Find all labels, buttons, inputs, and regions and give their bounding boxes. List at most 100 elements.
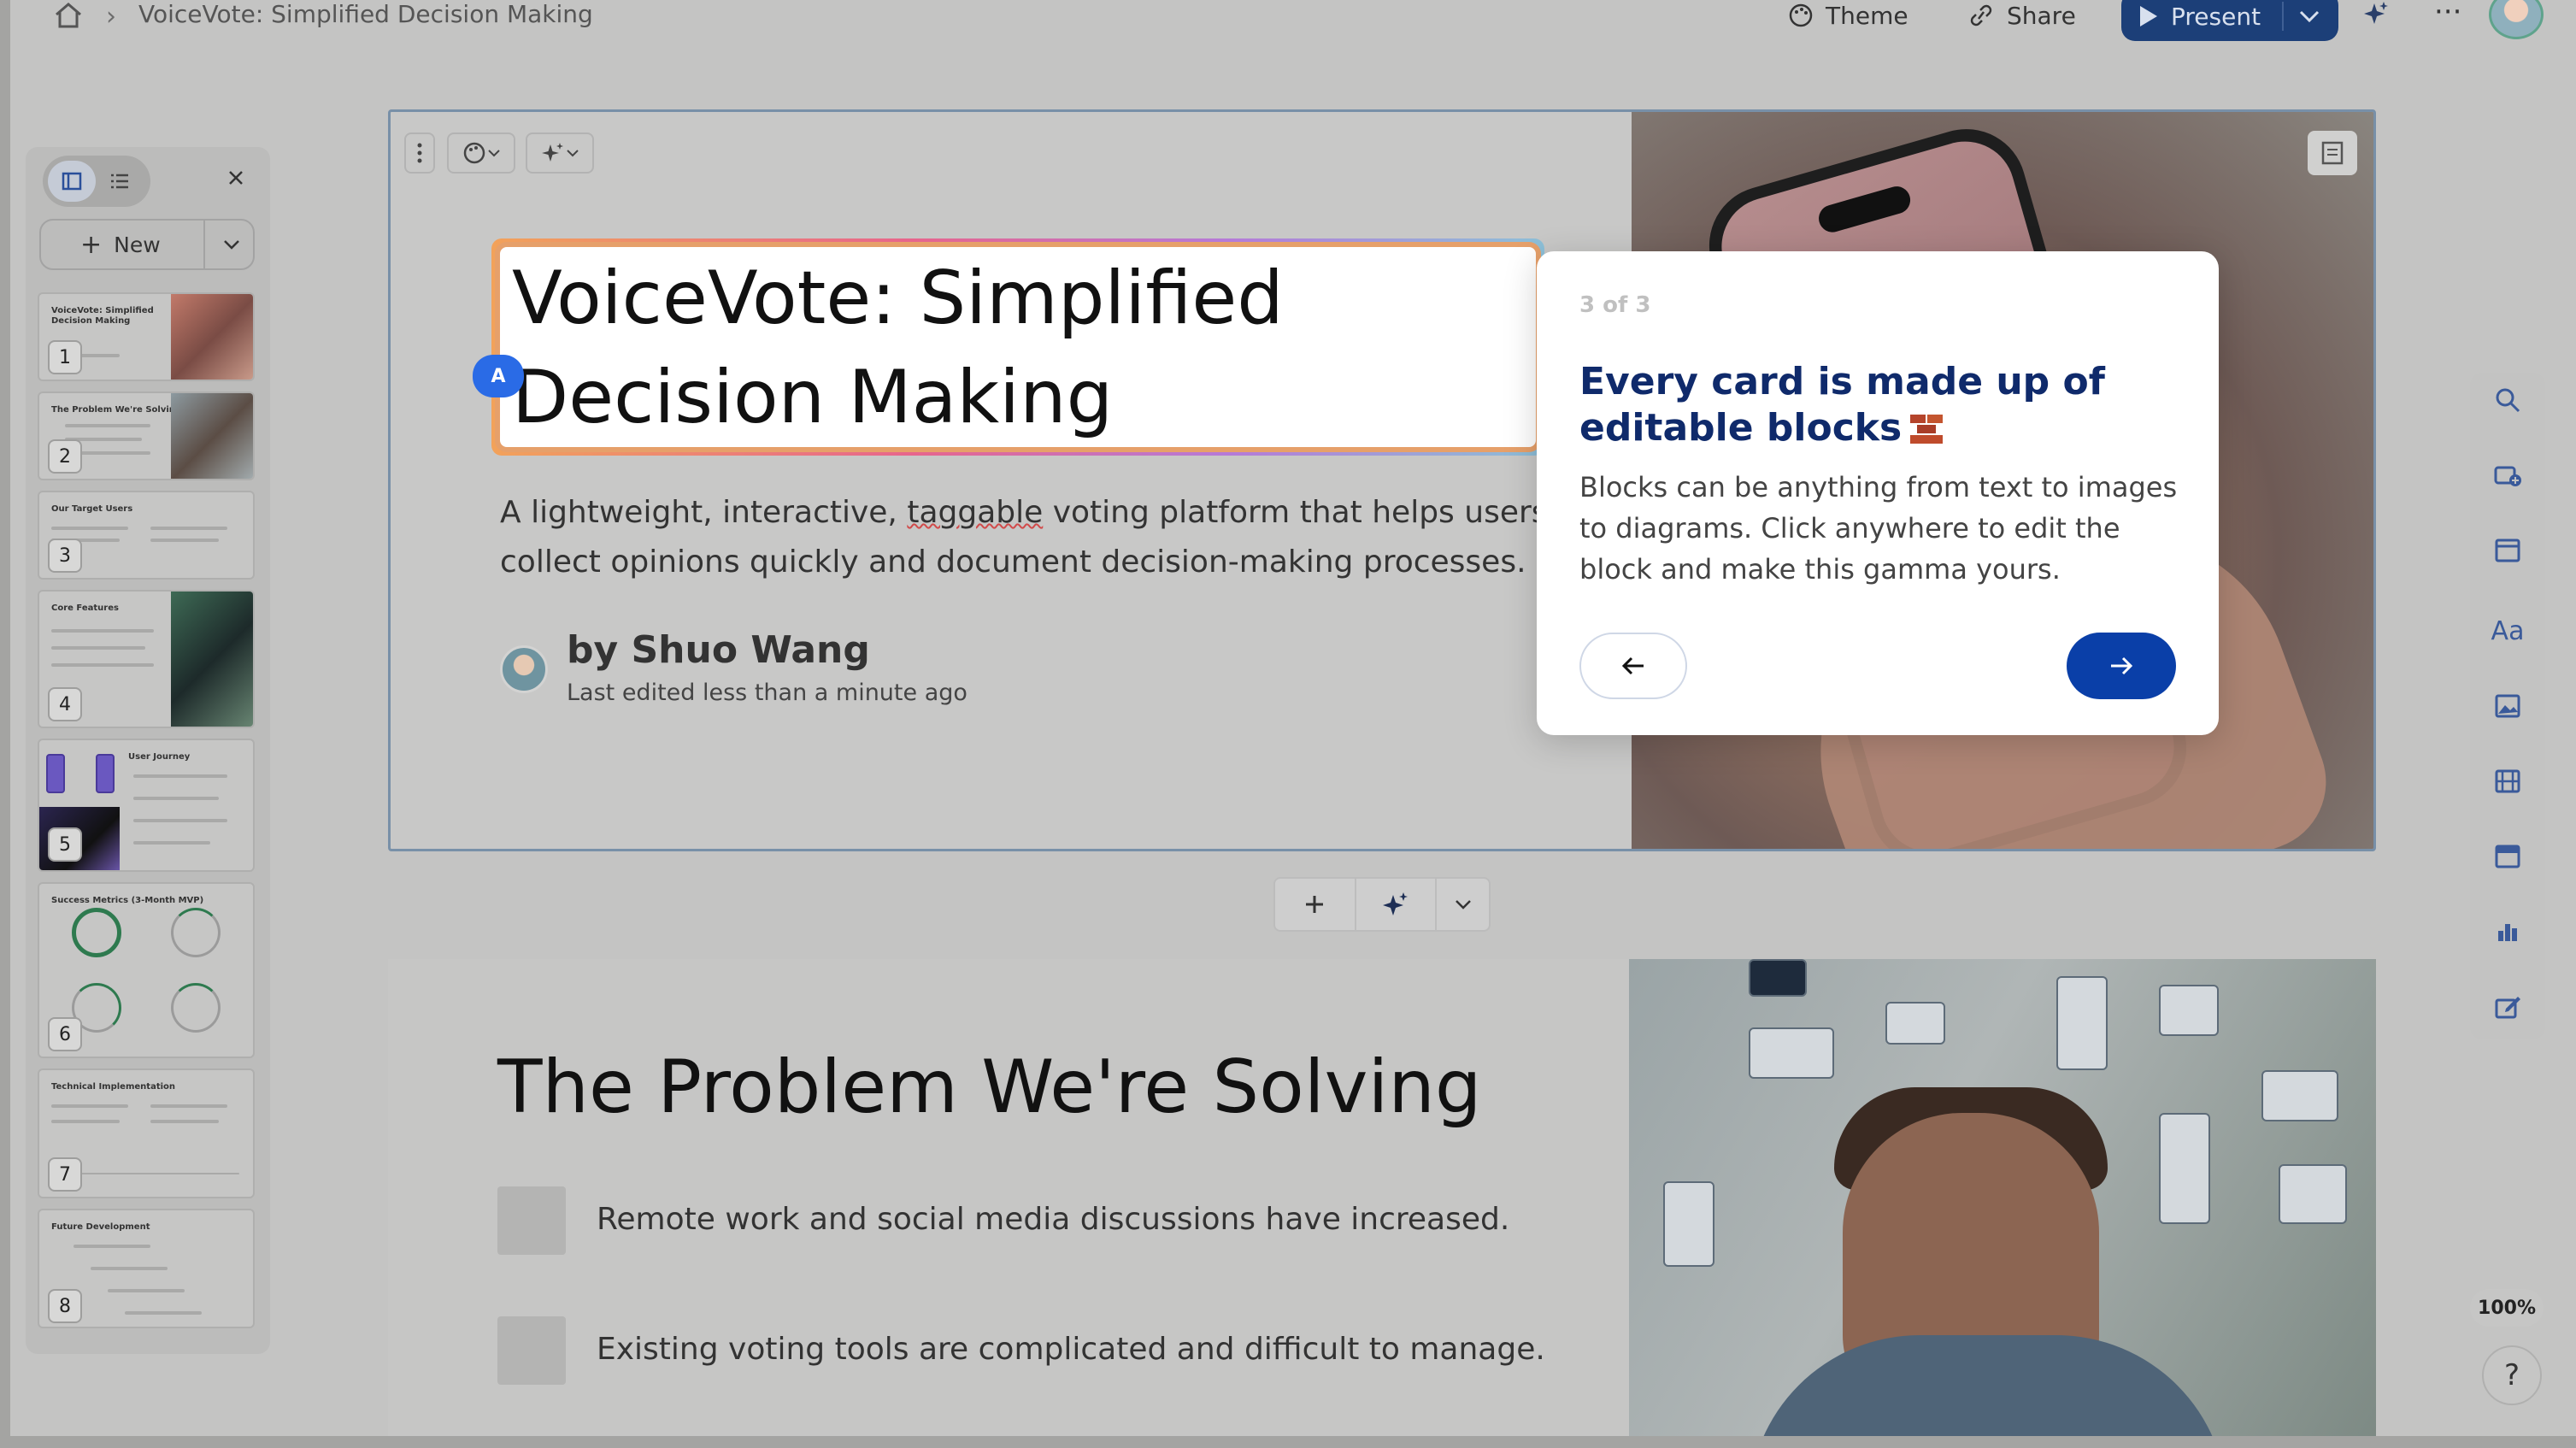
window-frame <box>0 1436 2576 1448</box>
bullet-text[interactable]: Existing voting tools are complicated an… <box>597 1332 1545 1367</box>
slide-thumbnail-line <box>51 1120 120 1123</box>
card-style-button[interactable] <box>447 132 515 174</box>
slide-thumbnail-line <box>133 797 219 800</box>
slide-thumbnail-line <box>150 527 227 530</box>
zoom-level[interactable]: 100% <box>2470 1289 2544 1327</box>
ai-sparkle-icon <box>542 143 563 162</box>
slide-number: 2 <box>48 439 82 474</box>
thumbnail-view-icon[interactable] <box>48 161 96 202</box>
metric-ring <box>72 908 121 957</box>
new-card-button[interactable]: + New <box>39 219 255 270</box>
title-block[interactable]: VoiceVote: Simplified Decision Making <box>500 247 1536 447</box>
slide-thumbnail[interactable]: Success Metrics (3-Month MVP) 6 <box>38 882 255 1058</box>
home-icon[interactable] <box>53 0 84 31</box>
slide-thumbnail[interactable]: The Problem We're Solving 2 <box>38 391 255 480</box>
slide-thumbnail-line <box>51 646 145 650</box>
share-label: Share <box>2007 1 2076 30</box>
card-title[interactable]: The Problem We're Solving <box>497 1045 1481 1130</box>
breadcrumb-chevron-icon: › <box>106 2 116 32</box>
present-options-chevron-icon[interactable] <box>2297 5 2321 27</box>
slide-thumbnail-line <box>133 819 227 822</box>
image-ui-tile <box>1749 959 1807 997</box>
slide-thumbnail[interactable]: VoiceVote: Simplified Decision Making 1 <box>38 292 255 381</box>
slide-thumbnail-line <box>51 663 154 667</box>
add-card-button[interactable] <box>1275 879 1356 930</box>
slide-thumbnail-line <box>125 1311 202 1315</box>
ai-add-card-button[interactable] <box>1356 879 1437 930</box>
slide-thumbnail-title: Our Target Users <box>51 504 133 514</box>
view-toggle <box>43 156 150 207</box>
text-style-icon[interactable]: Aa <box>2491 614 2525 648</box>
new-options-chevron-icon[interactable] <box>221 234 243 255</box>
slide-thumbnail-line <box>51 1104 128 1108</box>
image-ui-tile <box>2261 1070 2338 1121</box>
close-panel-icon[interactable] <box>219 161 253 195</box>
slide-thumbnail-line <box>150 1120 219 1123</box>
image-icon[interactable] <box>2491 689 2525 723</box>
edit-form-icon[interactable] <box>2491 990 2525 1024</box>
author-byline[interactable]: by Shuo Wang <box>567 628 870 672</box>
card-title-line-2: Decision Making <box>512 355 1114 440</box>
slide-thumbnail-phone <box>46 754 65 793</box>
metric-ring <box>171 983 221 1033</box>
user-avatar[interactable] <box>2489 0 2544 39</box>
arrow-left-icon <box>1621 656 1644 675</box>
slide-thumbnail-image <box>171 592 253 727</box>
theme-button[interactable]: Theme <box>1788 0 1908 31</box>
bricks-icon <box>1910 415 1945 444</box>
slide-thumbnail[interactable]: Future Development 8 <box>38 1209 255 1328</box>
layout-icon[interactable] <box>2491 533 2525 568</box>
slide-thumbnail[interactable]: Core Features 4 <box>38 590 255 728</box>
image-ui-tile <box>1885 1002 1945 1045</box>
breadcrumb-title[interactable]: VoiceVote: Simplified Decision Making <box>138 0 593 28</box>
slide-thumbnail[interactable]: User Journey 5 <box>38 739 255 872</box>
slide-thumbnail[interactable]: Technical Implementation 7 <box>38 1068 255 1198</box>
slide-thumbnail[interactable]: Our Target Users 3 <box>38 491 255 580</box>
problem-card[interactable]: The Problem We're Solving Remote work an… <box>388 959 2376 1438</box>
slide-thumbnail-line <box>133 774 227 778</box>
card-subtitle[interactable]: A lightweight, interactive, taggable vot… <box>500 488 1560 587</box>
more-options-icon[interactable]: ··· <box>2434 0 2461 29</box>
video-icon[interactable] <box>2491 764 2525 798</box>
bullet-text[interactable]: Remote work and social media discussions… <box>597 1202 1509 1237</box>
add-card-icon[interactable] <box>2491 458 2525 492</box>
image-ui-tile <box>2159 985 2219 1036</box>
card-title[interactable]: VoiceVote: Simplified Decision Making <box>512 249 1284 447</box>
image-ui-tile <box>2056 976 2108 1070</box>
last-edited-text: Last edited less than a minute ago <box>567 680 967 706</box>
list-view-icon[interactable] <box>96 161 144 202</box>
slide-number: 4 <box>48 687 82 721</box>
add-card-options-button[interactable] <box>1437 879 1489 930</box>
slide-thumbnail-title: VoiceVote: Simplified Decision Making <box>51 306 154 326</box>
slide-number: 6 <box>48 1017 82 1051</box>
share-button[interactable]: Share <box>1967 0 2076 31</box>
slide-thumbnail-line <box>74 1245 150 1248</box>
slide-thumbnail-line <box>65 424 150 427</box>
new-label: New <box>114 232 161 257</box>
card-menu-icon[interactable] <box>404 132 435 174</box>
card-ai-button[interactable] <box>526 132 594 174</box>
arrow-right-icon <box>2111 656 2133 675</box>
collaborator-cursor-badge: A <box>473 355 524 397</box>
slide-thumbnail-line <box>108 1289 185 1292</box>
slide-thumbnail-line <box>150 1104 227 1108</box>
image-ui-tile <box>2279 1164 2347 1224</box>
palette-icon <box>463 142 485 164</box>
slide-thumbnail-title: Future Development <box>51 1222 150 1232</box>
image-ui-tile <box>2159 1113 2210 1224</box>
tooltip-next-button[interactable] <box>2067 633 2176 699</box>
help-button[interactable]: ? <box>2482 1345 2542 1405</box>
slide-thumbnail-title: The Problem We're Solving <box>51 405 182 415</box>
embed-icon[interactable] <box>2491 839 2525 874</box>
card-title-line-1: VoiceVote: Simplified <box>512 256 1284 341</box>
plus-icon <box>1306 896 1324 913</box>
palette-icon <box>1789 3 1813 27</box>
person-body <box>1749 1335 2227 1438</box>
present-button[interactable]: Present <box>2121 0 2338 41</box>
card-notes-icon[interactable] <box>2308 131 2357 175</box>
subtitle-misspelled-word: taggable <box>907 495 1044 530</box>
search-icon[interactable] <box>2491 383 2525 417</box>
tooltip-previous-button[interactable] <box>1579 633 1687 699</box>
chart-icon[interactable] <box>2491 915 2525 949</box>
ai-sparkle-icon[interactable] <box>2362 0 2390 27</box>
